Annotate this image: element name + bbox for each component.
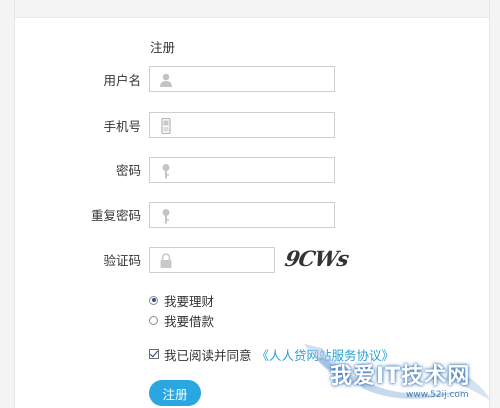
repeat-password-label: 重复密码 (90, 208, 141, 223)
password-label: 密码 (115, 163, 141, 178)
radio-invest[interactable] (149, 295, 158, 305)
phone-icon (161, 118, 171, 134)
captcha-image[interactable]: 9CWs (283, 246, 350, 274)
option-invest-label: 我要理财 (164, 293, 215, 309)
captcha-label: 验证码 (103, 253, 141, 268)
lock-icon (160, 253, 172, 268)
password-field[interactable] (149, 157, 335, 183)
key-icon (162, 209, 170, 224)
radio-borrow[interactable] (149, 315, 158, 325)
option-invest[interactable]: 我要理财 (149, 292, 215, 309)
user-icon (160, 73, 172, 87)
phone-input[interactable] (180, 116, 330, 134)
register-button[interactable]: 注册 (149, 380, 201, 406)
top-gutter (0, 0, 500, 18)
option-borrow[interactable]: 我要借款 (149, 312, 215, 329)
watermark-text: 我爱IT技术网 (330, 364, 471, 389)
agreement-checkbox[interactable] (149, 349, 159, 359)
phone-label: 手机号 (103, 119, 141, 134)
username-input[interactable] (180, 70, 330, 88)
repeat-password-field[interactable] (149, 202, 335, 228)
username-label: 用户名 (103, 73, 141, 88)
key-icon (162, 164, 170, 179)
phone-field[interactable] (149, 112, 335, 138)
username-field[interactable] (149, 66, 335, 92)
captcha-field[interactable] (149, 247, 275, 273)
repeat-password-input[interactable] (180, 206, 330, 224)
captcha-input[interactable] (180, 251, 270, 269)
watermark: 我爱IT技术网 www.52ij.com (300, 336, 496, 408)
password-input[interactable] (180, 161, 330, 179)
page-title: 注册 (150, 40, 176, 55)
left-gutter (0, 0, 15, 408)
option-borrow-label: 我要借款 (164, 313, 215, 329)
agreement-text: 我已阅读并同意 (164, 347, 252, 363)
watermark-subtext: www.52ij.com (406, 390, 469, 400)
